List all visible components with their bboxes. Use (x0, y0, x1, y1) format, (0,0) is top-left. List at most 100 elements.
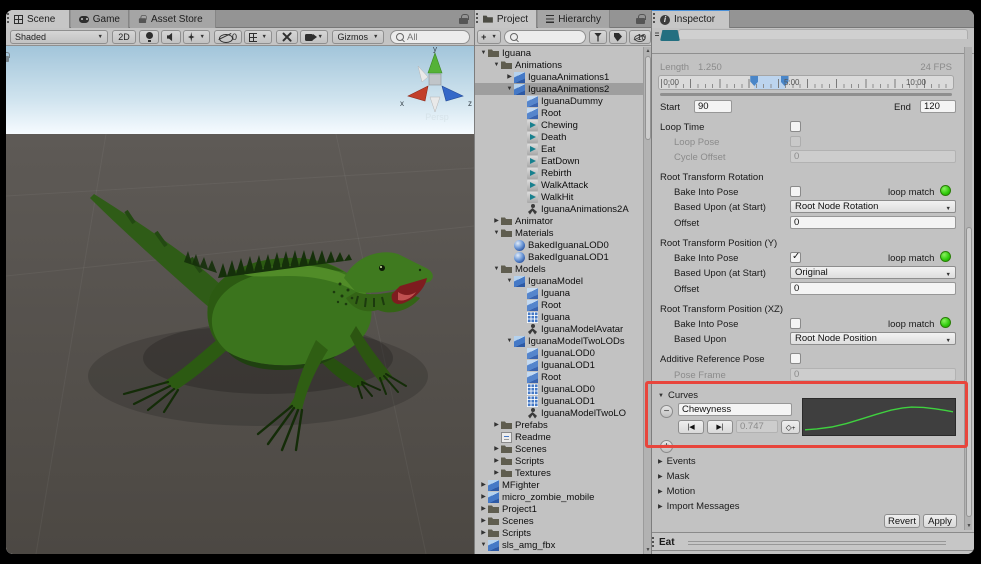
grid-visibility-dropdown[interactable] (244, 30, 272, 44)
foldout-closed-icon[interactable]: ▶ (492, 215, 501, 227)
tree-item[interactable]: Root (475, 299, 643, 311)
tree-item[interactable]: ▼IguanaModel (475, 275, 643, 287)
persp-label[interactable]: Persp (402, 112, 472, 122)
shading-mode-dropdown[interactable]: Shaded (10, 30, 108, 44)
tree-item[interactable]: ▼Materials (475, 227, 643, 239)
tree-item[interactable]: BakedIguanaLOD0 (475, 239, 643, 251)
tree-item[interactable]: Iguana (475, 311, 643, 323)
additive-checkbox[interactable] (790, 353, 801, 364)
gizmo-y-label[interactable]: y (433, 46, 437, 54)
posxz-bake-checkbox[interactable] (790, 318, 801, 329)
tree-item[interactable]: Rebirth (475, 167, 643, 179)
tree-item[interactable]: ▶Scenes (475, 515, 643, 527)
foldout-closed-icon[interactable]: ▶ (492, 443, 501, 455)
foldout-open-icon[interactable]: ▼ (492, 263, 501, 275)
tree-item[interactable]: WalkHit (475, 191, 643, 203)
tree-item[interactable]: ▶Textures (475, 467, 643, 479)
tree-item[interactable]: ▶micro_zombie_mobile (475, 491, 643, 503)
scene-effects-dropdown[interactable] (183, 30, 210, 44)
ruler-pan-bar[interactable] (660, 93, 952, 96)
tree-item[interactable]: BakedIguanaLOD1 (475, 251, 643, 263)
foldout-closed-icon[interactable]: ▶ (492, 467, 501, 479)
foldout-open-icon[interactable]: ▼ (505, 335, 514, 347)
foldout-events[interactable]: ▶Events (658, 456, 696, 467)
foldout-closed-icon[interactable]: ▶ (479, 491, 488, 503)
posy-bake-checkbox[interactable] (790, 252, 801, 263)
foldout-open-icon[interactable]: ▼ (479, 539, 488, 551)
foldout-mask[interactable]: ▶Mask (658, 471, 689, 482)
tab-inspector[interactable]: Inspector (652, 10, 730, 28)
toggle-2d-button[interactable]: 2D (112, 30, 136, 44)
tree-item[interactable]: ▶MFighter (475, 479, 643, 491)
tree-item[interactable]: Eat (475, 143, 643, 155)
tree-item[interactable]: ▼IguanaAnimations2 (475, 83, 643, 95)
posy-based-dropdown[interactable]: Original (790, 266, 956, 279)
foldout-open-icon[interactable]: ▼ (492, 227, 501, 239)
foldout-closed-icon[interactable]: ▶ (479, 515, 488, 527)
foldout-closed-icon[interactable]: ▶ (479, 527, 488, 539)
tree-item[interactable]: ▶Animator (475, 215, 643, 227)
foldout-open-icon[interactable]: ▼ (479, 47, 488, 59)
gizmo-z-label[interactable]: z (468, 99, 472, 108)
tree-item[interactable]: ▼sls_amg_fbx (475, 539, 643, 551)
tree-item[interactable]: ▼IguanaModelTwoLODs (475, 335, 643, 347)
tree-item[interactable]: ▶Scenes (475, 443, 643, 455)
rot-bake-checkbox[interactable] (790, 186, 801, 197)
tree-item[interactable]: WalkAttack (475, 179, 643, 191)
foldout-motion[interactable]: ▶Motion (658, 486, 695, 497)
tree-item[interactable]: ▶IguanaAnimations1 (475, 71, 643, 83)
preview-drag-handle[interactable] (688, 541, 946, 545)
tree-item[interactable]: ▼Iguana (475, 47, 643, 59)
preview-bar[interactable]: Eat (652, 532, 974, 551)
tab-game[interactable]: Game (71, 10, 129, 28)
tree-item[interactable]: Death (475, 131, 643, 143)
camera-settings-dropdown[interactable] (300, 30, 328, 44)
tree-item[interactable]: IguanaModelTwoLO (475, 407, 643, 419)
start-field[interactable]: 90 (694, 100, 732, 113)
tree-item[interactable]: IguanaLOD0 (475, 383, 643, 395)
foldout-open-icon[interactable]: ▼ (492, 59, 501, 71)
revert-button[interactable]: Revert (884, 514, 920, 528)
tree-item[interactable]: Iguana (475, 287, 643, 299)
end-field[interactable]: 120 (920, 100, 956, 113)
apply-button[interactable]: Apply (923, 514, 957, 528)
tree-item[interactable]: ▶Scripts (475, 527, 643, 539)
tree-item[interactable]: Chewing (475, 119, 643, 131)
foldout-closed-icon[interactable]: ▶ (492, 455, 501, 467)
scene-lighting-button[interactable] (139, 30, 159, 44)
tree-item[interactable]: Root (475, 371, 643, 383)
tab-hierarchy[interactable]: Hierarchy (538, 10, 610, 28)
foldout-open-icon[interactable]: ▼ (505, 83, 514, 95)
foldout-closed-icon[interactable]: ▶ (479, 503, 488, 515)
tree-item[interactable]: Readme (475, 431, 643, 443)
tree-item[interactable]: Root (475, 107, 643, 119)
tree-item[interactable]: ▼Models (475, 263, 643, 275)
tree-item[interactable]: IguanaLOD1 (475, 395, 643, 407)
tree-item[interactable]: ▼Animations (475, 59, 643, 71)
posy-offset-field[interactable]: 0 (790, 282, 956, 295)
foldout-closed-icon[interactable]: ▶ (492, 419, 501, 431)
tree-item[interactable]: ▶Scripts (475, 455, 643, 467)
tree-item[interactable]: ▶Prefabs (475, 419, 643, 431)
loop-time-checkbox[interactable] (790, 121, 801, 132)
scene-visibility-button[interactable]: 0 (214, 30, 242, 44)
editor-tools-button[interactable] (276, 30, 298, 44)
project-scrollbar[interactable]: ▲ ▼ (643, 47, 651, 554)
foldout-closed-icon[interactable]: ▶ (479, 479, 488, 491)
foldout-closed-icon[interactable]: ▶ (505, 71, 514, 83)
create-asset-button[interactable]: + (477, 30, 501, 44)
tree-item[interactable]: IguanaAnimations2A (475, 203, 643, 215)
rot-based-dropdown[interactable]: Root Node Rotation (790, 200, 956, 213)
tree-item[interactable]: IguanaLOD1 (475, 359, 643, 371)
scene-audio-button[interactable] (161, 30, 181, 44)
tab-project[interactable]: Project (475, 10, 537, 28)
foldout-open-icon[interactable]: ▼ (505, 275, 514, 287)
search-by-type-button[interactable] (589, 30, 607, 44)
tree-item[interactable]: IguanaLOD0 (475, 347, 643, 359)
clip-range-ruler[interactable]: 0:005:0010:00 (658, 75, 954, 90)
hidden-packages-button[interactable]: 10 (629, 30, 651, 44)
tab-scene[interactable]: Scene (6, 10, 70, 28)
tree-item[interactable]: ▶Project1 (475, 503, 643, 515)
gizmo-x-label[interactable]: x (400, 99, 404, 108)
foldout-import-messages[interactable]: ▶Import Messages (658, 501, 740, 512)
